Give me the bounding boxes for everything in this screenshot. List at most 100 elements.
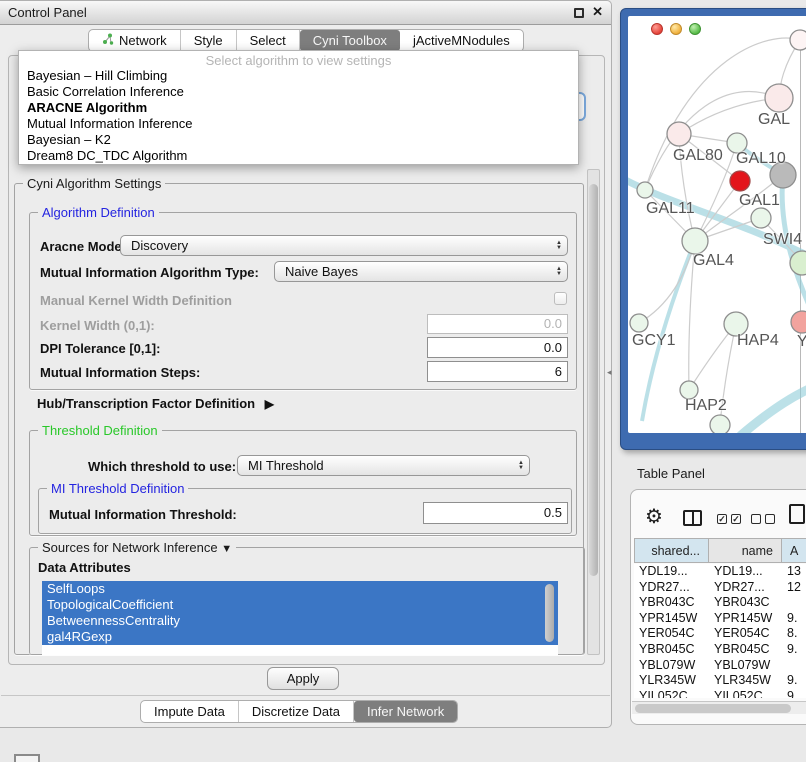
screenshot-root: Control Panel ✕ Networ [0, 0, 806, 762]
settings-scrollbar[interactable] [587, 169, 600, 655]
attribute-item-selected[interactable]: SelfLoops [42, 581, 558, 597]
splitter-collapse-icon[interactable]: ◂ [607, 367, 612, 378]
network-tab-icon [102, 33, 114, 48]
export-table-icon[interactable] [789, 504, 805, 524]
hub-definition-toggle[interactable]: Hub/Transcription Factor Definition ▶ [37, 396, 274, 411]
dropdown-item[interactable]: Mutual Information Inference [19, 116, 578, 132]
attribute-item-selected[interactable]: TopologicalCoefficient [42, 597, 558, 613]
threshold-definition-legend: Threshold Definition [38, 423, 162, 438]
table-panel: ⚙ ✓ ✓ shared... name A YDL19...YDL19...1… [630, 489, 806, 725]
table-row[interactable]: YLR345WYLR345W9. [634, 673, 806, 689]
node-label-gal1: GAL1 [739, 192, 780, 210]
network-node-gal1[interactable] [751, 208, 771, 228]
node-label-gcy1: GCY1 [632, 332, 676, 350]
unchecked-checkbox-icon[interactable] [751, 514, 761, 524]
network-node[interactable] [790, 30, 806, 50]
table-panel-title: Table Panel [637, 466, 705, 481]
tab-network[interactable]: Network [89, 30, 181, 51]
tab-style[interactable]: Style [181, 30, 237, 51]
checked-checkbox-icon[interactable]: ✓ [731, 514, 741, 524]
mi-algorithm-type-label: Mutual Information Algorithm Type: [40, 265, 259, 280]
which-threshold-combo[interactable]: MI Threshold ▲▼ [237, 455, 530, 476]
apply-button[interactable]: Apply [267, 667, 339, 690]
dropdown-item[interactable]: Dream8 DC_TDC Algorithm [19, 148, 578, 164]
mi-steps-label: Mutual Information Steps: [40, 365, 200, 380]
kernel-width-label: Kernel Width (0,1): [40, 318, 155, 333]
table-row[interactable]: YBL079WYBL079W [634, 658, 806, 674]
settings-scrollbar-thumb[interactable] [589, 184, 598, 576]
node-label-gal10: GAL10 [736, 150, 786, 168]
network-node-gal-cut[interactable] [765, 84, 793, 112]
tab-jactivemnodules[interactable]: jActiveMNodules [400, 30, 523, 51]
mi-algorithm-type-combo[interactable]: Naive Bayes ▲▼ [274, 261, 568, 282]
dropdown-item[interactable]: Bayesian – Hill Climbing [19, 68, 578, 84]
table-row[interactable]: YDL19...YDL19...13 [634, 564, 806, 580]
threshold-definition-group: Threshold Definition Which threshold to … [29, 430, 577, 536]
table-row[interactable]: YPR145WYPR145W9. [634, 611, 806, 627]
dropdown-item[interactable]: Bayesian – K2 [19, 132, 578, 148]
node-label-y-cut: Y [797, 333, 806, 351]
mi-threshold-label: Mutual Information Threshold: [49, 507, 237, 522]
aracne-mode-combo[interactable]: Discovery ▲▼ [120, 235, 568, 256]
algorithm-definition-legend: Algorithm Definition [38, 205, 159, 220]
table-hscrollbar[interactable] [632, 701, 806, 714]
which-threshold-label: Which threshold to use: [88, 459, 236, 474]
mi-threshold-field[interactable]: 0.5 [423, 502, 568, 524]
table-row[interactable]: YIL052CYIL052C9 [634, 689, 806, 698]
column-header-name[interactable]: name [708, 538, 782, 563]
table-row[interactable]: YER054CYER054C8. [634, 626, 806, 642]
network-node[interactable] [710, 415, 730, 433]
column-header-shared-name[interactable]: shared... [634, 538, 709, 563]
float-window-icon[interactable] [574, 8, 584, 18]
gear-icon[interactable]: ⚙ [645, 507, 663, 527]
dropdown-item-selected[interactable]: ARACNE Algorithm [19, 100, 578, 116]
column-layout-icon[interactable] [683, 510, 702, 526]
dpi-tolerance-field[interactable]: 0.0 [427, 337, 568, 358]
sources-legend[interactable]: Sources for Network Inference ▼ [38, 540, 236, 555]
combo-arrows-icon: ▲▼ [556, 263, 562, 280]
attribute-item-selected[interactable]: BetweennessCentrality [42, 613, 558, 629]
node-label-swi4: SWI4 [763, 231, 802, 249]
cyni-settings-legend: Cyni Algorithm Settings [23, 176, 165, 191]
tab-impute-data[interactable]: Impute Data [141, 701, 239, 722]
node-label-gal80: GAL80 [673, 147, 723, 165]
control-panel-titlebar[interactable]: Control Panel ✕ [0, 1, 611, 25]
control-panel-window: Control Panel ✕ Networ [0, 0, 612, 728]
tab-cyni-toolbox[interactable]: Cyni Toolbox [300, 30, 400, 51]
mi-threshold-definition-legend: MI Threshold Definition [47, 481, 188, 496]
network-node-y-cut[interactable] [791, 311, 806, 333]
column-header-cut[interactable]: A [781, 538, 806, 563]
table-hscrollbar-thumb[interactable] [635, 704, 791, 713]
tab-infer-network[interactable]: Infer Network [354, 701, 457, 722]
network-graph [628, 16, 806, 433]
network-node-gal4[interactable] [682, 228, 708, 254]
network-view-window[interactable]: GAL GAL80 GAL10 GAL11 GAL1 GAL4 SWI4 GCY… [620, 8, 806, 450]
network-node-selected-red[interactable] [730, 171, 750, 191]
table-row[interactable]: YBR043CYBR043C [634, 595, 806, 611]
node-label-hap2: HAP2 [685, 397, 727, 415]
mi-steps-field[interactable]: 6 [427, 361, 568, 382]
node-label-hap4: HAP4 [737, 332, 779, 350]
dropdown-item[interactable]: Basic Correlation Inference [19, 84, 578, 100]
control-panel-title: Control Panel [8, 5, 87, 20]
manual-kernel-width-checkbox[interactable] [554, 292, 567, 305]
node-label-gal11: GAL11 [646, 200, 695, 218]
attribute-item-selected[interactable]: gal4RGexp [42, 629, 558, 645]
tab-select[interactable]: Select [237, 30, 300, 51]
close-icon[interactable]: ✕ [592, 4, 603, 20]
network-node-gal80[interactable] [667, 122, 691, 146]
minimized-panel-icon[interactable] [14, 754, 40, 762]
network-canvas[interactable]: GAL GAL80 GAL10 GAL11 GAL1 GAL4 SWI4 GCY… [628, 16, 806, 433]
checked-checkbox-icon[interactable]: ✓ [717, 514, 727, 524]
network-node-gal11[interactable] [637, 182, 653, 198]
unchecked-checkbox-icon[interactable] [765, 514, 775, 524]
kernel-width-field[interactable]: 0.0 [427, 314, 568, 334]
collapse-down-icon[interactable]: ▼ [221, 543, 232, 555]
attributes-scrollbar-thumb[interactable] [545, 584, 554, 642]
tab-discretize-data[interactable]: Discretize Data [239, 701, 354, 722]
table-row[interactable]: YDR27...YDR27...12 [634, 580, 806, 596]
network-node-gcy1[interactable] [630, 314, 648, 332]
top-tabbar: Network Style Select Cyni Toolbox jActiv… [88, 29, 524, 52]
expand-right-icon[interactable]: ▶ [265, 397, 274, 411]
table-row[interactable]: YBR045CYBR045C9. [634, 642, 806, 658]
